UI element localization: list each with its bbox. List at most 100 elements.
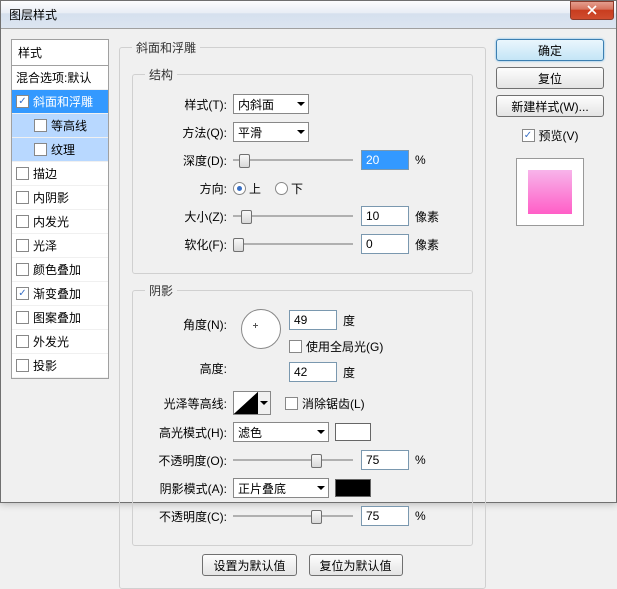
gloss-contour-label: 光泽等高线: (145, 395, 233, 412)
shadow-opacity-slider[interactable] (233, 507, 353, 525)
preview-checkbox[interactable] (522, 129, 535, 142)
style-item-bevel[interactable]: 斜面和浮雕 (12, 90, 108, 114)
new-style-button[interactable]: 新建样式(W)... (496, 95, 604, 117)
style-item-contour[interactable]: 等高线 (12, 114, 108, 138)
highlight-opacity-slider[interactable] (233, 451, 353, 469)
soften-label: 软化(F): (145, 236, 233, 253)
method-label: 方法(Q): (145, 124, 233, 141)
preview-thumbnail (516, 158, 584, 226)
global-light-label: 使用全局光(G) (306, 338, 383, 355)
direction-label: 方向: (145, 180, 233, 197)
bevel-group: 斜面和浮雕 结构 样式(T): 内斜面 方法(Q): 平滑 (119, 39, 486, 589)
up-label: 上 (249, 180, 261, 197)
style-item-satin[interactable]: 光泽 (12, 234, 108, 258)
style-item-inner-shadow[interactable]: 内阴影 (12, 186, 108, 210)
checkbox[interactable] (16, 263, 29, 276)
chevron-down-icon (297, 100, 305, 108)
style-label: 等高线 (51, 117, 87, 134)
checkbox[interactable] (16, 167, 29, 180)
style-item-stroke[interactable]: 描边 (12, 162, 108, 186)
styles-panel: 样式 混合选项:默认 斜面和浮雕 等高线 纹理 (11, 39, 109, 490)
shading-legend: 阴影 (145, 282, 177, 299)
gloss-contour-picker[interactable] (233, 391, 271, 415)
soften-input[interactable]: 0 (361, 234, 409, 254)
blend-options-item[interactable]: 混合选项:默认 (12, 66, 108, 90)
style-item-outer-glow[interactable]: 外发光 (12, 330, 108, 354)
settings-panel: 斜面和浮雕 结构 样式(T): 内斜面 方法(Q): 平滑 (119, 39, 486, 490)
chevron-down-icon (297, 128, 305, 136)
style-item-texture[interactable]: 纹理 (12, 138, 108, 162)
depth-slider[interactable] (233, 151, 353, 169)
structure-legend: 结构 (145, 66, 177, 83)
checkbox[interactable] (16, 287, 29, 300)
checkbox[interactable] (16, 239, 29, 252)
size-unit: 像素 (415, 208, 439, 225)
style-label: 颜色叠加 (33, 261, 81, 278)
close-button[interactable] (570, 1, 614, 20)
style-item-drop-shadow[interactable]: 投影 (12, 354, 108, 378)
shadow-mode-label: 阴影模式(A): (145, 480, 233, 497)
opacity2-unit: % (415, 509, 426, 523)
style-label: 描边 (33, 165, 57, 182)
size-input[interactable]: 10 (361, 206, 409, 226)
checkbox[interactable] (16, 95, 29, 108)
checkbox[interactable] (34, 143, 47, 156)
size-label: 大小(Z): (145, 208, 233, 225)
style-item-inner-glow[interactable]: 内发光 (12, 210, 108, 234)
action-panel: 确定 复位 新建样式(W)... 预览(V) (496, 39, 604, 490)
highlight-mode-combo[interactable]: 滤色 (233, 422, 329, 442)
soften-unit: 像素 (415, 236, 439, 253)
style-label: 斜面和浮雕 (33, 93, 93, 110)
style-label: 内阴影 (33, 189, 69, 206)
method-combo[interactable]: 平滑 (233, 122, 309, 142)
highlight-opacity-label: 不透明度(O): (145, 452, 233, 469)
structure-group: 结构 样式(T): 内斜面 方法(Q): 平滑 (132, 66, 473, 274)
chevron-down-icon (317, 428, 325, 436)
preview-label: 预览(V) (539, 127, 579, 144)
style-label: 样式(T): (145, 96, 233, 113)
angle-dial[interactable] (241, 309, 281, 349)
global-light-checkbox[interactable] (289, 340, 302, 353)
style-label: 内发光 (33, 213, 69, 230)
chevron-down-icon (258, 392, 270, 414)
angle-unit: 度 (343, 312, 355, 329)
highlight-opacity-input[interactable]: 75 (361, 450, 409, 470)
bevel-legend: 斜面和浮雕 (132, 39, 200, 56)
reset-default-button[interactable]: 复位为默认值 (309, 554, 403, 576)
style-item-color-overlay[interactable]: 颜色叠加 (12, 258, 108, 282)
checkbox[interactable] (16, 191, 29, 204)
checkbox[interactable] (16, 335, 29, 348)
checkbox[interactable] (34, 119, 47, 132)
cancel-button[interactable]: 复位 (496, 67, 604, 89)
style-value: 内斜面 (238, 96, 274, 113)
depth-input[interactable]: 20 (361, 150, 409, 170)
shadow-opacity-input[interactable]: 75 (361, 506, 409, 526)
soften-slider[interactable] (233, 235, 353, 253)
checkbox[interactable] (16, 215, 29, 228)
style-item-pattern-overlay[interactable]: 图案叠加 (12, 306, 108, 330)
highlight-color-swatch[interactable] (335, 423, 371, 441)
style-label: 渐变叠加 (33, 285, 81, 302)
window-title: 图层样式 (9, 6, 570, 23)
checkbox[interactable] (16, 359, 29, 372)
style-item-gradient-overlay[interactable]: 渐变叠加 (12, 282, 108, 306)
ok-button[interactable]: 确定 (496, 39, 604, 61)
depth-unit: % (415, 153, 426, 167)
altitude-unit: 度 (343, 364, 355, 381)
chevron-down-icon (317, 484, 325, 492)
style-combo[interactable]: 内斜面 (233, 94, 309, 114)
antialias-checkbox[interactable] (285, 397, 298, 410)
style-label: 纹理 (51, 141, 75, 158)
angle-input[interactable]: 49 (289, 310, 337, 330)
shadow-mode-value: 正片叠底 (238, 480, 286, 497)
make-default-button[interactable]: 设置为默认值 (202, 554, 296, 576)
checkbox[interactable] (16, 311, 29, 324)
altitude-input[interactable]: 42 (289, 362, 337, 382)
highlight-mode-value: 滤色 (238, 424, 262, 441)
shadow-color-swatch[interactable] (335, 479, 371, 497)
size-slider[interactable] (233, 207, 353, 225)
titlebar[interactable]: 图层样式 (1, 1, 616, 29)
shadow-mode-combo[interactable]: 正片叠底 (233, 478, 329, 498)
direction-down-radio[interactable] (275, 182, 288, 195)
direction-up-radio[interactable] (233, 182, 246, 195)
